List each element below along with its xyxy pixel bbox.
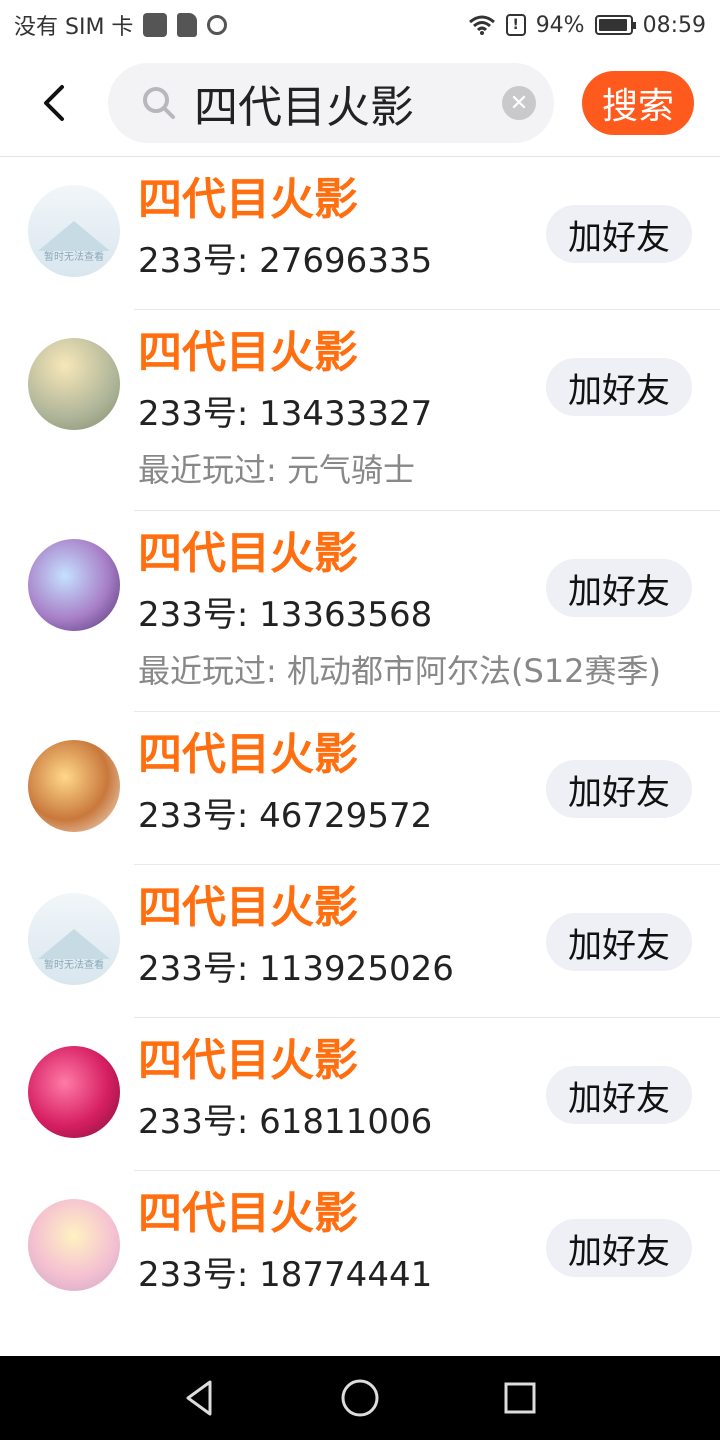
hotspot-icon [207,15,228,35]
recently-played: 最近玩过: 机动都市阿尔法(S12赛季) [138,652,661,690]
clear-icon[interactable]: ✕ [502,86,536,120]
sd-card-icon [177,13,198,37]
list-item[interactable]: 四代目火影 233号: 61811006 加好友 [0,1018,720,1170]
list-item[interactable]: 四代目火影 233号: 13363568 最近玩过: 机动都市阿尔法(S12赛季… [0,511,720,711]
back-triangle-icon[interactable] [178,1376,222,1420]
add-friend-button[interactable]: 加好友 [546,913,692,971]
add-friend-button[interactable]: 加好友 [546,760,692,818]
user-id: 233号: 13363568 [138,595,433,635]
clock: 08:59 [642,12,706,38]
search-results-list[interactable]: 暂时无法查看 四代目火影 233号: 27696335 加好友 四代目火影 23… [0,157,720,1356]
app-notification-icon [143,13,168,37]
list-item[interactable]: 暂时无法查看 四代目火影 233号: 27696335 加好友 [0,157,720,309]
user-id: 233号: 27696335 [138,241,433,281]
search-header: ✕ 搜索 [0,50,720,156]
recents-square-icon[interactable] [498,1376,542,1420]
add-friend-button[interactable]: 加好友 [546,559,692,617]
list-item[interactable]: 四代目火影 233号: 46729572 加好友 [0,712,720,864]
user-name: 四代目火影 [138,1035,358,1086]
user-id: 233号: 113925026 [138,949,454,989]
search-input[interactable] [194,77,502,129]
avatar [28,338,120,430]
user-id: 233号: 46729572 [138,796,433,836]
avatar [28,539,120,631]
system-nav-bar [0,1356,720,1440]
user-id: 233号: 61811006 [138,1102,433,1142]
status-bar: 没有 SIM 卡 ! 94% 08:59 [0,0,720,50]
avatar [28,740,120,832]
avatar [28,1046,120,1138]
user-id: 233号: 13433327 [138,394,433,434]
recently-played: 最近玩过: 元气骑士 [138,451,415,489]
add-friend-button[interactable]: 加好友 [546,1066,692,1124]
user-id: 233号: 18774441 [138,1255,433,1295]
user-name: 四代目火影 [138,327,358,378]
alert-icon: ! [505,14,526,36]
avatar: 暂时无法查看 [28,893,120,985]
carrier-label: 没有 SIM 卡 [14,15,134,40]
list-item[interactable]: 四代目火影 233号: 13433327 最近玩过: 元气骑士 加好友 [0,310,720,510]
search-box[interactable]: ✕ [108,63,554,143]
add-friend-button[interactable]: 加好友 [546,1219,692,1277]
home-circle-icon[interactable] [338,1376,382,1420]
search-icon [143,87,175,119]
add-friend-button[interactable]: 加好友 [546,205,692,263]
avatar [28,1199,120,1291]
user-name: 四代目火影 [138,729,358,780]
wifi-icon [468,15,495,35]
user-name: 四代目火影 [138,1188,358,1239]
list-item[interactable]: 暂时无法查看 四代目火影 233号: 113925026 加好友 [0,865,720,1017]
add-friend-button[interactable]: 加好友 [546,358,692,416]
battery-percent: 94% [535,12,585,38]
battery-icon [594,15,636,35]
user-name: 四代目火影 [138,528,358,579]
avatar: 暂时无法查看 [28,185,120,277]
search-button[interactable]: 搜索 [582,71,694,135]
list-item[interactable]: 四代目火影 233号: 18774441 加好友 [0,1171,720,1323]
back-button[interactable] [0,50,108,156]
user-name: 四代目火影 [138,882,358,933]
chevron-left-icon [44,85,64,121]
user-name: 四代目火影 [138,174,358,225]
